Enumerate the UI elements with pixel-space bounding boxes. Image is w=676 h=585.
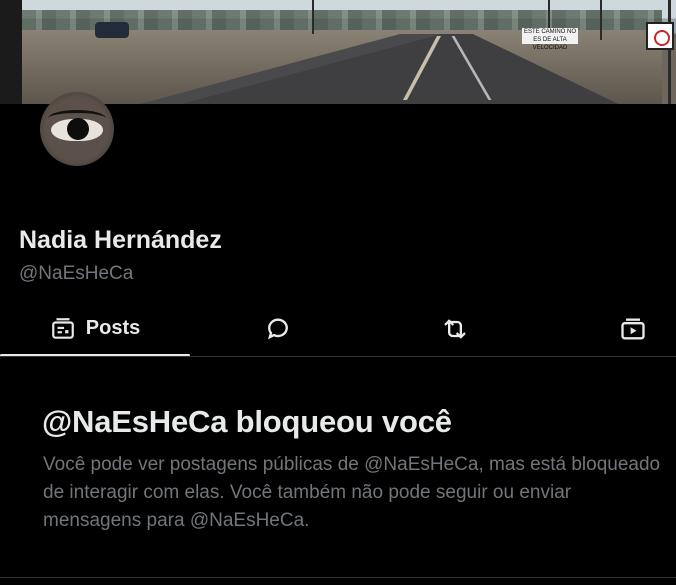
profile-handle: @NaEsHeCa [19, 263, 134, 284]
tab-replies[interactable] [235, 300, 321, 357]
posts-icon [50, 316, 76, 342]
blocked-title: @NaEsHeCa bloqueou você [42, 404, 452, 439]
tab-posts-label: Posts [85, 317, 141, 339]
tab-media[interactable] [590, 300, 676, 357]
banner-pole [668, 0, 671, 104]
profile-name: Nadia Hernández [19, 226, 222, 254]
reply-icon [264, 315, 292, 343]
blocked-message: Você pode ver postagens públicas de @NaE… [43, 454, 661, 531]
avatar[interactable] [40, 92, 114, 166]
tab-reposts[interactable] [412, 300, 498, 357]
tab-posts[interactable]: Posts [0, 300, 190, 357]
media-icon [619, 315, 647, 343]
banner-car [95, 22, 129, 38]
avatar-iris [67, 118, 89, 140]
profile-tabs: Posts [0, 300, 676, 357]
repost-icon [440, 315, 470, 343]
bottom-divider [0, 577, 676, 578]
profile-banner[interactable]: ESTE CAMINO NO ES DE ALTA VELOCIDAD [0, 0, 676, 104]
banner-pole [600, 0, 602, 40]
banner-warning-sign [646, 22, 674, 50]
banner-pole [312, 0, 314, 34]
banner-road-sign: ESTE CAMINO NO ES DE ALTA VELOCIDAD [522, 28, 578, 51]
tabs-divider [0, 356, 676, 357]
banner-edge [0, 0, 22, 104]
